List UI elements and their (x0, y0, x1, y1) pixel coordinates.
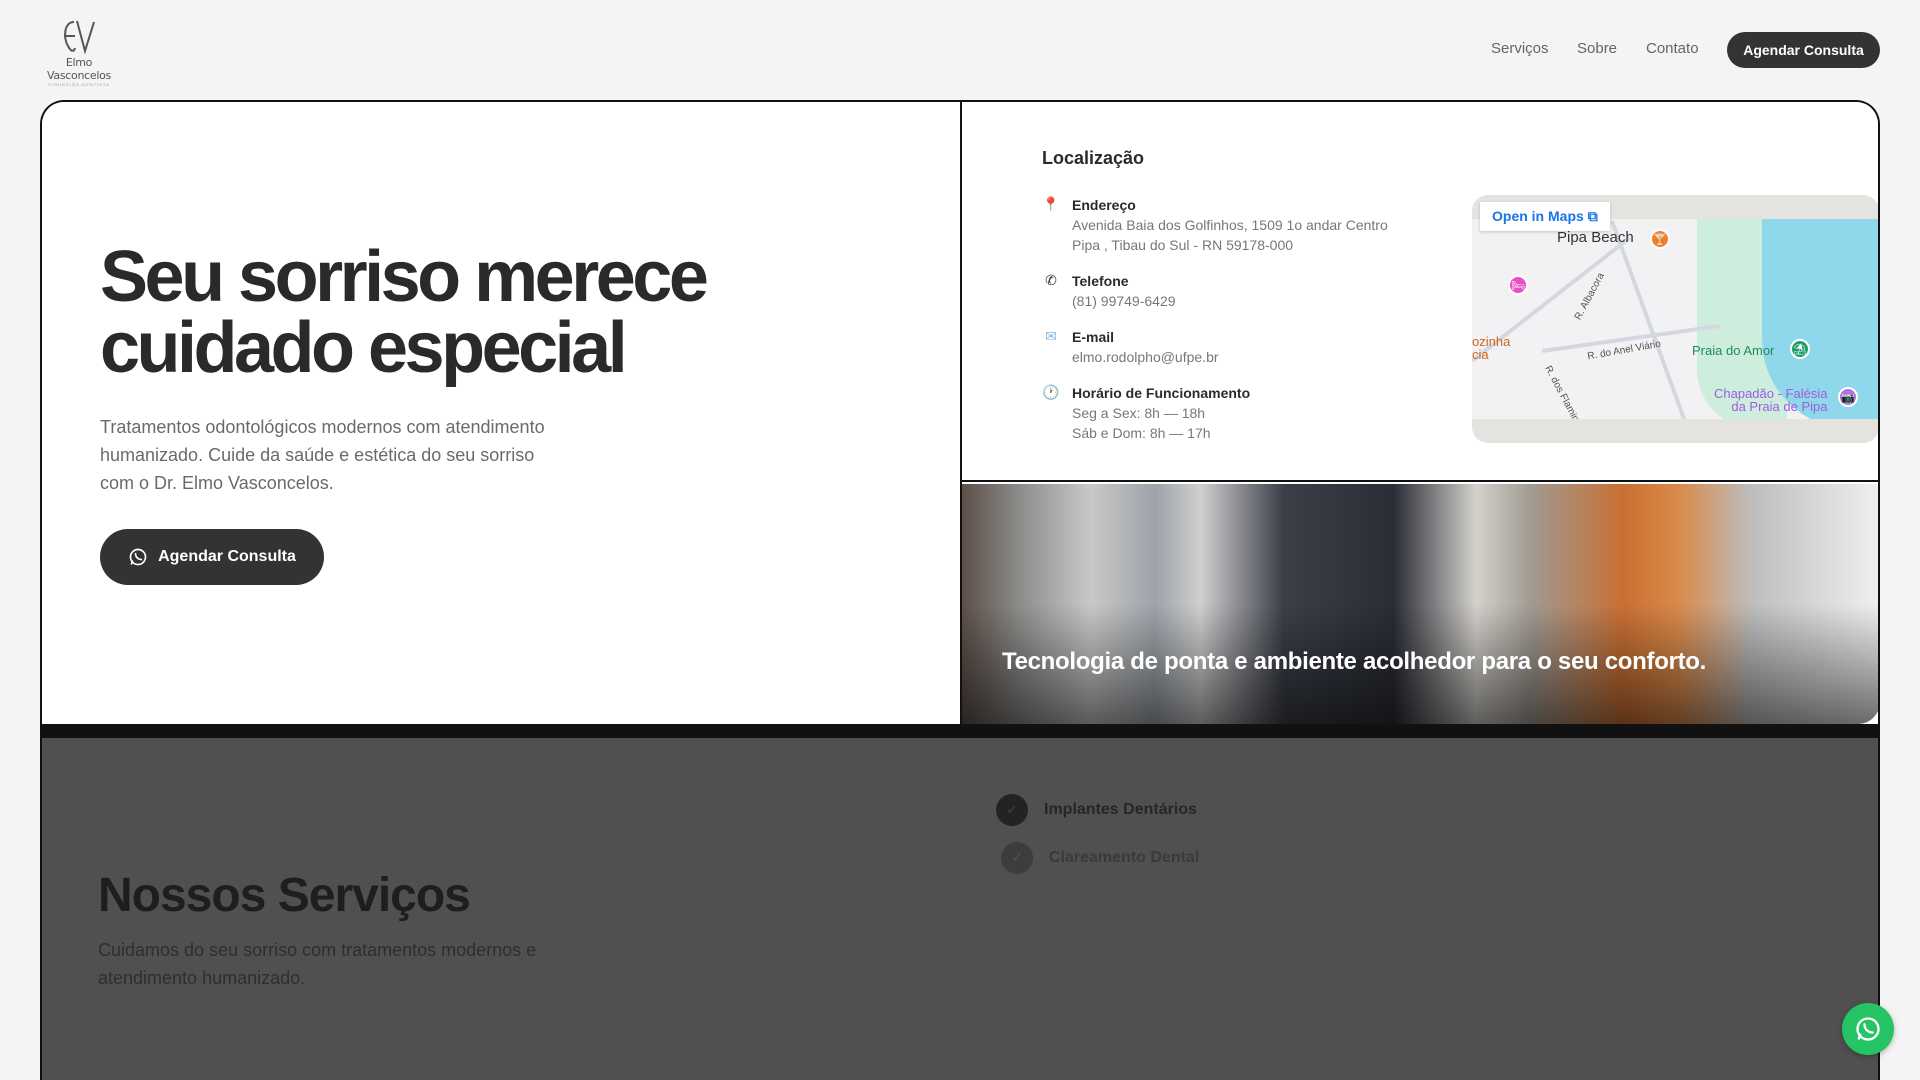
check-icon: ✓ (1001, 842, 1033, 874)
hero-section: Seu sorriso merece cuidado especial Trat… (42, 102, 960, 724)
whatsapp-float-button[interactable] (1842, 1003, 1894, 1055)
location-title: Localização (1042, 148, 1145, 168)
hotel-pin-icon[interactable]: 🛏 (1508, 275, 1528, 295)
phone-item: ✆ Telefone (81) 99749-6429 (1042, 271, 1422, 311)
logo-tagline: CIRURGIÃO-DENTISTA (48, 82, 110, 87)
map-embed[interactable]: Pipa Beach 🍸 🛏 R. Albacora R. do Anel Vi… (1472, 195, 1878, 443)
open-in-maps-link[interactable]: Open in Maps ⧉ (1480, 202, 1610, 231)
phone-icon: ✆ (1045, 272, 1057, 288)
clock-icon: 🕐 (1042, 384, 1060, 400)
logo-name: Elmo Vasconcelos (47, 56, 111, 82)
hours-label: Horário de Funcionamento (1072, 385, 1251, 401)
logo-mark-icon (64, 20, 95, 55)
hours-weekend: Sáb e Dom: 8h — 17h (1072, 425, 1211, 441)
email-label: E-mail (1072, 329, 1115, 345)
hero-card: Seu sorriso merece cuidado especial Trat… (40, 100, 1880, 738)
map-label-cozinha-2: cia (1472, 347, 1489, 362)
bar-pin-icon[interactable]: 🍸 (1650, 229, 1670, 249)
external-link-icon: ⧉ (1587, 208, 1598, 224)
nav-schedule-button[interactable]: Agendar Consulta (1727, 32, 1880, 68)
beach-pin-icon[interactable]: ⛱ (1790, 339, 1810, 359)
whatsapp-icon (129, 548, 147, 566)
map-road (1610, 220, 1703, 419)
phone-label: Telefone (1072, 273, 1129, 289)
address-line1: Avenida Baia dos Golfinhos, 1509 1o anda… (1072, 217, 1388, 233)
services-section: Nossos Serviços Cuidamos do seu sorriso … (40, 738, 1880, 1080)
hours-weekdays: Seg a Sex: 8h — 18h (1072, 405, 1206, 421)
service-label: Clareamento Dental (1049, 849, 1200, 866)
map-label-chapadao-2: da Praia de Pipa (1731, 399, 1828, 414)
envelope-icon: ✉ (1045, 328, 1057, 344)
email-item: ✉ E-mail elmo.rodolpho@ufpe.br (1042, 327, 1422, 367)
phone-value[interactable]: (81) 99749-6429 (1072, 291, 1422, 311)
map-label-cozinha: ozinha cia (1472, 335, 1510, 361)
service-item-clareamento[interactable]: ✓ Clareamento Dental (1001, 842, 1199, 874)
camera-pin-icon[interactable]: 📷 (1838, 387, 1858, 407)
map-label-flamingos: R. dos Flamingos (1542, 364, 1589, 419)
open-in-maps-label: Open in Maps (1492, 208, 1584, 224)
service-label: Implantes Dentários (1044, 801, 1197, 818)
hero-title-line2: cuidado especial (100, 308, 628, 388)
photo-caption: Tecnologia de ponta e ambiente acolhedor… (1002, 648, 1707, 675)
clinic-photo: Tecnologia de ponta e ambiente acolhedor… (962, 484, 1878, 724)
nav-link-contato[interactable]: Contato (1646, 40, 1699, 57)
map-label-pipa-beach: Pipa Beach (1557, 229, 1634, 246)
email-value[interactable]: elmo.rodolpho@ufpe.br (1072, 347, 1422, 367)
service-item-implantes[interactable]: ✓ Implantes Dentários (996, 794, 1197, 826)
services-title: Nossos Serviços (98, 869, 471, 922)
hero-description: Tratamentos odontológicos modernos com a… (100, 417, 545, 493)
address-line2: Pipa , Tibau do Sul - RN 59178-000 (1072, 237, 1294, 253)
location-panel: Localização 📍 Endereço Avenida Baia dos … (962, 102, 1878, 482)
logo[interactable]: Elmo Vasconcelos CIRURGIÃO-DENTISTA (38, 18, 120, 87)
hours-item: 🕐 Horário de Funcionamento Seg a Sex: 8h… (1042, 383, 1422, 443)
section-divider (42, 724, 1878, 738)
map-label-chapadao: Chapadão - Falésia da Praia de Pipa (1714, 387, 1827, 413)
nav-link-servicos[interactable]: Serviços (1491, 40, 1549, 57)
nav-link-sobre[interactable]: Sobre (1577, 40, 1617, 57)
map-label-praia-amor: Praia do Amor (1692, 343, 1775, 358)
hero-title: Seu sorriso merece cuidado especial (100, 241, 800, 384)
check-icon: ✓ (996, 794, 1028, 826)
hero-title-line1: Seu sorriso merece (100, 237, 709, 317)
whatsapp-icon (1856, 1017, 1880, 1041)
services-description: Cuidamos do seu sorriso com tratamentos … (98, 940, 537, 988)
hero-schedule-label: Agendar Consulta (158, 548, 296, 565)
address-item: 📍 Endereço Avenida Baia dos Golfinhos, 1… (1042, 195, 1422, 255)
pin-icon: 📍 (1042, 196, 1060, 212)
map-tiles[interactable]: Pipa Beach 🍸 🛏 R. Albacora R. do Anel Vi… (1472, 219, 1878, 419)
hero-schedule-button[interactable]: Agendar Consulta (100, 529, 324, 585)
address-label: Endereço (1072, 197, 1136, 213)
